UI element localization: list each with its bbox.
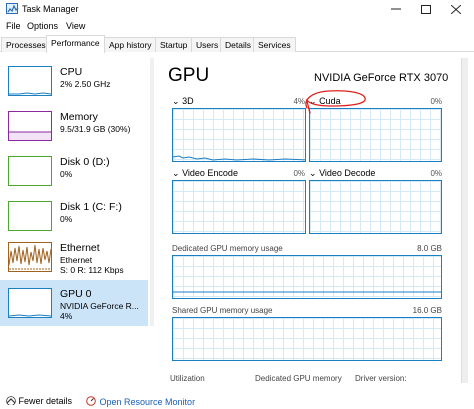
red-circle-annotation [305,90,366,114]
memory-thumbnail-graph [8,111,52,141]
tab-processes[interactable]: Processes [1,37,51,52]
sidebar-item-cpu[interactable]: CPU 2% 2.50 GHz [0,58,148,104]
sidebar-item-value: NVIDIA GeForce R... 4% [60,301,139,321]
resource-sidebar: CPU 2% 2.50 GHz Memory 9.5/31.9 GB (30%)… [0,58,150,326]
sidebar-item-label: Disk 0 (D:) [60,156,110,168]
chevron-down-icon: ⌄ [309,168,317,178]
sidebar-item-value: 2% 2.50 GHz [60,79,111,89]
stat-dedicated-memory-label: Dedicated GPU memory [255,374,342,383]
open-resource-monitor-link[interactable]: Open Resource Monitor [86,396,195,407]
sidebar-item-label: Ethernet [60,242,100,254]
sidebar-item-value: 0% [60,169,73,179]
engine-3d-selector[interactable]: ⌄ 3D [172,96,194,107]
sidebar-item-value: Ethernet S: 0 R: 112 Kbps [60,255,124,275]
fewer-details-button[interactable]: Fewer details [6,396,72,406]
disk-thumbnail-graph [8,156,52,186]
tab-app-history[interactable]: App history [104,37,157,52]
ethernet-throughput: S: 0 R: 112 Kbps [60,265,124,275]
sidebar-scrollbar[interactable] [150,58,154,326]
sidebar-item-gpu-0[interactable]: GPU 0 NVIDIA GeForce R... 4% [0,280,148,326]
maximize-button[interactable] [411,0,441,19]
gpu-model-short: NVIDIA GeForce R... [60,301,139,311]
resource-monitor-icon [86,396,96,406]
gpu-usage-percent: 4% [60,311,73,321]
engine-label: Video Encode [182,168,238,178]
ethernet-adapter-name: Ethernet [60,255,93,265]
engine-percent: 0% [430,97,442,106]
tab-users[interactable]: Users [191,37,224,52]
gpu-thumbnail-graph [8,288,52,318]
engine-percent: 0% [293,169,305,178]
engine-video-encode-selector[interactable]: ⌄ Video Encode [172,168,238,179]
dedicated-memory-max: 8.0 GB [417,244,442,253]
sidebar-item-disk-1[interactable]: Disk 1 (C: F:) 0% [0,193,148,239]
dedicated-memory-label: Dedicated GPU memory usage [172,244,283,253]
tab-details[interactable]: Details [220,37,256,52]
sidebar-item-memory[interactable]: Memory 9.5/31.9 GB (30%) [0,103,148,149]
sidebar-item-value: 9.5/31.9 GB (30%) [60,124,131,134]
shared-memory-label: Shared GPU memory usage [172,306,273,315]
task-manager-icon [6,3,19,14]
main-scrollbar[interactable] [461,58,468,383]
sidebar-item-disk-0[interactable]: Disk 0 (D:) 0% [0,148,148,194]
engine-3d-graph [172,108,306,162]
chevron-down-icon: ⌄ [172,96,180,106]
sidebar-item-label: Disk 1 (C: F:) [60,201,122,213]
stat-driver-version-label: Driver version: [355,374,407,383]
tab-bar: Processes Performance App history Startu… [0,35,474,53]
menu-view[interactable]: View [66,21,85,31]
menu-options[interactable]: Options [27,21,58,31]
sidebar-item-ethernet[interactable]: Ethernet Ethernet S: 0 R: 112 Kbps [0,234,148,280]
title-bar: Task Manager [0,0,474,19]
sidebar-item-label: Memory [60,111,98,123]
menu-bar: File Options View [0,19,474,35]
engine-percent: 0% [430,169,442,178]
chevron-down-icon: ⌄ [172,168,180,178]
gpu-model-name: NVIDIA GeForce RTX 3070 [314,72,449,84]
engine-label: 3D [182,96,194,106]
sidebar-item-label: GPU 0 [60,288,92,300]
engine-video-encode-graph [172,180,306,234]
footer-bar: Fewer details Open Resource Monitor [0,395,474,409]
engine-cuda-graph [309,108,442,162]
fewer-details-label: Fewer details [18,396,73,406]
ethernet-thumbnail-graph [8,242,52,272]
engine-video-decode-selector[interactable]: ⌄ Video Decode [309,168,375,179]
tab-services[interactable]: Services [253,37,296,52]
tab-performance[interactable]: Performance [46,35,105,53]
window-title: Task Manager [22,4,79,14]
dedicated-memory-graph [172,255,442,299]
shared-memory-max: 16.0 GB [412,306,442,315]
menu-file[interactable]: File [6,21,21,31]
stat-utilization-label: Utilization [170,374,205,383]
disk-thumbnail-graph [8,201,52,231]
chevron-up-icon [6,396,16,406]
cpu-thumbnail-graph [8,66,52,96]
engine-label: Video Decode [319,168,376,178]
open-resource-monitor-label: Open Resource Monitor [99,397,196,407]
page-title: GPU [168,65,210,86]
engine-video-decode-graph [309,180,442,234]
minimize-button[interactable] [381,0,411,19]
sidebar-item-value: 0% [60,214,73,224]
tab-startup[interactable]: Startup [155,37,193,52]
sidebar-item-label: CPU [60,66,83,78]
close-button[interactable] [441,0,471,19]
shared-memory-graph [172,317,442,361]
